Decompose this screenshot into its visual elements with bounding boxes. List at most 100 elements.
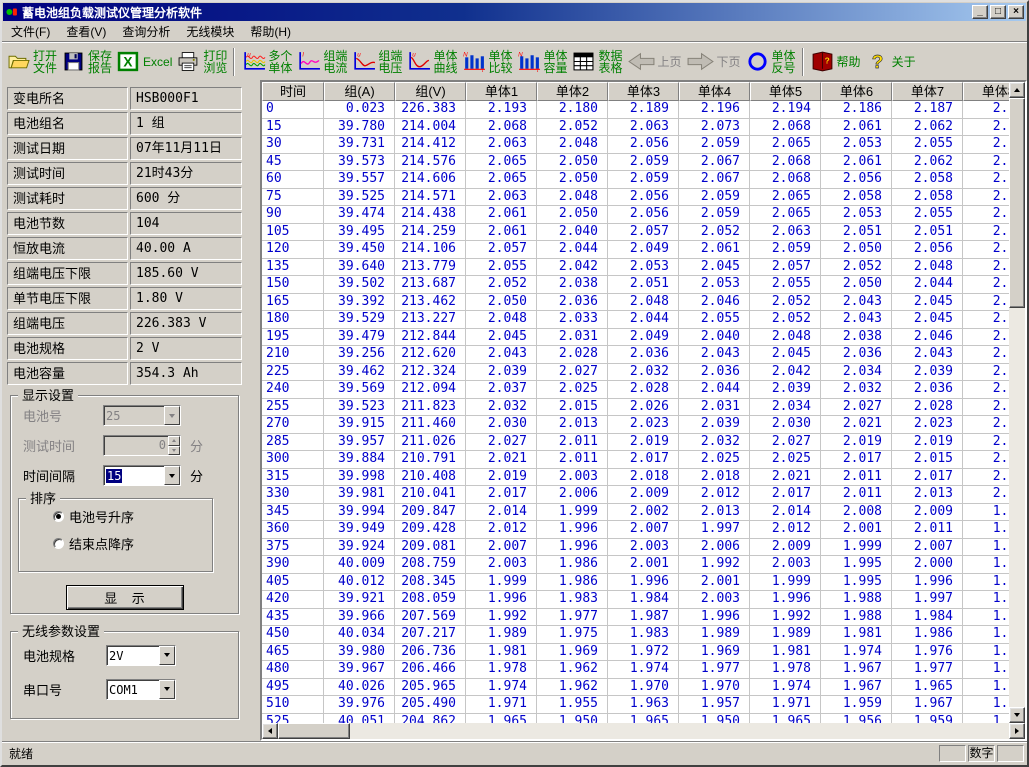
sort-ascending-radio[interactable]: 电池号升序 bbox=[53, 507, 212, 526]
scroll-right-icon[interactable] bbox=[1009, 723, 1025, 739]
print-preview-button[interactable]: 打印浏览 bbox=[174, 46, 229, 78]
minimize-button[interactable]: _ bbox=[972, 5, 988, 19]
spin-up-icon[interactable] bbox=[168, 436, 180, 446]
table-row[interactable]: 12039.450214.1062.0572.0442.0492.0612.05… bbox=[262, 241, 1009, 259]
scroll-up-icon[interactable] bbox=[1009, 82, 1025, 98]
table-row[interactable]: 51039.976205.4901.9711.9551.9631.9571.97… bbox=[262, 696, 1009, 714]
table-row[interactable]: 31539.998210.4082.0192.0032.0182.0182.02… bbox=[262, 469, 1009, 487]
menu-item-2[interactable]: 查看(V) bbox=[58, 20, 114, 43]
table-row[interactable]: 49540.026205.9651.9741.9621.9701.9701.97… bbox=[262, 679, 1009, 697]
table-row[interactable]: 28539.957211.0262.0272.0112.0192.0322.02… bbox=[262, 434, 1009, 452]
table-row[interactable]: 22539.462212.3242.0392.0272.0322.0362.04… bbox=[262, 364, 1009, 382]
table-row[interactable]: 16539.392213.4622.0502.0362.0482.0462.05… bbox=[262, 294, 1009, 312]
close-button[interactable]: × bbox=[1008, 5, 1024, 19]
next-page-button[interactable]: 下页 bbox=[684, 46, 743, 78]
table-cell: 1.995 bbox=[821, 556, 892, 574]
battery-spec-combobox[interactable]: 2V bbox=[106, 645, 176, 666]
table-row[interactable]: 10539.495214.2592.0612.0402.0572.0522.06… bbox=[262, 224, 1009, 242]
spin-down-icon[interactable] bbox=[168, 446, 180, 456]
table-row[interactable]: 18039.529213.2272.0482.0332.0442.0552.05… bbox=[262, 311, 1009, 329]
help-button[interactable]: ?帮助 bbox=[808, 46, 863, 78]
table-row[interactable]: 36039.949209.4282.0121.9962.0071.9972.01… bbox=[262, 521, 1009, 539]
table-header-cell[interactable]: 单体5 bbox=[750, 82, 821, 101]
save-report-button[interactable]: 保存报告 bbox=[59, 46, 114, 78]
about-button[interactable]: ?关于 bbox=[863, 46, 918, 78]
cell-curve-button[interactable]: u单体曲线 bbox=[404, 46, 459, 78]
battery-no-combobox[interactable]: 25 bbox=[103, 405, 181, 426]
table-header-cell[interactable]: 单体1 bbox=[466, 82, 537, 101]
menu-item-4[interactable]: 无线模块 bbox=[178, 20, 242, 43]
table-row[interactable]: 42039.921208.0591.9961.9831.9842.0031.99… bbox=[262, 591, 1009, 609]
table-row[interactable]: 9039.474214.4382.0612.0502.0562.0592.065… bbox=[262, 206, 1009, 224]
table-row[interactable]: 21039.256212.6202.0432.0282.0362.0432.04… bbox=[262, 346, 1009, 364]
horizontal-scrollbar-track[interactable] bbox=[350, 723, 1009, 739]
table-row[interactable]: 45040.034207.2171.9891.9751.9831.9891.98… bbox=[262, 626, 1009, 644]
table-row[interactable]: 34539.994209.8472.0141.9992.0022.0132.01… bbox=[262, 504, 1009, 522]
multi-cell-curves-button[interactable]: u多个单体 bbox=[239, 46, 294, 78]
excel-export-button[interactable]: XExcel bbox=[114, 46, 174, 78]
test-time-spinner[interactable]: 0 bbox=[103, 435, 181, 456]
table-header-cell[interactable]: 组(A) bbox=[324, 82, 395, 101]
cell-invert-button[interactable]: 单体反号 bbox=[743, 46, 798, 78]
table-header-cell[interactable]: 组(V) bbox=[395, 82, 466, 101]
table-row[interactable]: 19539.479212.8442.0452.0312.0492.0402.04… bbox=[262, 329, 1009, 347]
interval-combobox[interactable]: 15 bbox=[103, 465, 181, 486]
prev-page-button[interactable]: 上页 bbox=[625, 46, 684, 78]
menu-item-3[interactable]: 查询分析 bbox=[114, 20, 178, 43]
table-row[interactable]: 00.023226.3832.1932.1802.1892.1962.1942.… bbox=[262, 101, 1009, 119]
menu-item-1[interactable]: 文件(F) bbox=[3, 20, 58, 43]
cell-compare-button[interactable]: Nt单体比较 bbox=[459, 46, 514, 78]
table-header-cell[interactable]: 单体6 bbox=[821, 82, 892, 101]
horizontal-scrollbar[interactable] bbox=[262, 723, 1025, 739]
table-row[interactable]: 7539.525214.5712.0632.0482.0562.0592.065… bbox=[262, 189, 1009, 207]
table-cell: 435 bbox=[262, 609, 324, 627]
cell-capacity-button[interactable]: Nt单体容量 bbox=[514, 46, 569, 78]
table-row[interactable]: 13539.640213.7792.0552.0422.0532.0452.05… bbox=[262, 259, 1009, 277]
show-button[interactable]: 显 示 bbox=[66, 585, 184, 610]
table-row[interactable]: 46539.980206.7361.9811.9691.9721.9691.98… bbox=[262, 644, 1009, 662]
table-row[interactable]: 3039.731214.4122.0632.0482.0562.0592.065… bbox=[262, 136, 1009, 154]
horizontal-scrollbar-thumb[interactable] bbox=[278, 723, 350, 739]
table-row[interactable]: 27039.915211.4602.0302.0132.0232.0392.03… bbox=[262, 416, 1009, 434]
vertical-scrollbar-track[interactable] bbox=[1009, 308, 1025, 707]
chevron-down-icon[interactable] bbox=[164, 466, 180, 485]
table-row[interactable]: 6039.557214.6062.0652.0502.0592.0672.068… bbox=[262, 171, 1009, 189]
chevron-down-icon[interactable] bbox=[164, 406, 180, 425]
data-grid-button[interactable]: 数据表格 bbox=[569, 46, 624, 78]
vertical-scrollbar-thumb[interactable] bbox=[1009, 98, 1025, 308]
chevron-down-icon[interactable] bbox=[159, 680, 175, 699]
svg-text:I: I bbox=[303, 51, 305, 58]
table-row[interactable]: 52540.051204.8621.9651.9501.9651.9501.96… bbox=[262, 714, 1009, 724]
table-header-cell[interactable]: 单体7 bbox=[892, 82, 963, 101]
vertical-scrollbar[interactable] bbox=[1009, 82, 1025, 723]
com-port-combobox[interactable]: COM1 bbox=[106, 679, 176, 700]
sort-descending-radio[interactable]: 结束点降序 bbox=[53, 534, 212, 553]
table-row[interactable]: 39040.009208.7592.0031.9862.0011.9922.00… bbox=[262, 556, 1009, 574]
table-row[interactable]: 37539.924209.0812.0071.9962.0032.0062.00… bbox=[262, 539, 1009, 557]
table-row[interactable]: 33039.981210.0412.0172.0062.0092.0122.01… bbox=[262, 486, 1009, 504]
table-header-cell[interactable]: 单体8 bbox=[963, 82, 1009, 101]
scroll-left-icon[interactable] bbox=[262, 723, 278, 739]
table-row[interactable]: 25539.523211.8232.0322.0152.0262.0312.03… bbox=[262, 399, 1009, 417]
table-cell: 2.051 bbox=[608, 276, 679, 294]
table-header-cell[interactable]: 单体4 bbox=[679, 82, 750, 101]
table-row[interactable]: 40540.012208.3451.9991.9861.9962.0011.99… bbox=[262, 574, 1009, 592]
group-current-curve-button[interactable]: I组端电流 bbox=[294, 46, 349, 78]
table-row[interactable]: 48039.967206.4661.9781.9621.9741.9771.97… bbox=[262, 661, 1009, 679]
group-voltage-curve-button[interactable]: u组端电压 bbox=[349, 46, 404, 78]
table-header-cell[interactable]: 单体2 bbox=[537, 82, 608, 101]
table-row[interactable]: 15039.502213.6872.0522.0382.0512.0532.05… bbox=[262, 276, 1009, 294]
table-row[interactable]: 30039.884210.7912.0212.0112.0172.0252.02… bbox=[262, 451, 1009, 469]
open-file-button[interactable]: 打开文件 bbox=[4, 46, 59, 78]
maximize-button[interactable]: □ bbox=[990, 5, 1006, 19]
table-row[interactable]: 43539.966207.5691.9921.9771.9871.9961.99… bbox=[262, 609, 1009, 627]
table-row[interactable]: 4539.573214.5762.0652.0502.0592.0672.068… bbox=[262, 154, 1009, 172]
table-row[interactable]: 24039.569212.0942.0372.0252.0282.0442.03… bbox=[262, 381, 1009, 399]
chevron-down-icon[interactable] bbox=[159, 646, 175, 665]
menu-item-5[interactable]: 帮助(H) bbox=[242, 20, 299, 43]
scroll-down-icon[interactable] bbox=[1009, 707, 1025, 723]
table-cell: 2.03 bbox=[963, 294, 1009, 312]
table-row[interactable]: 1539.780214.0042.0682.0522.0632.0732.068… bbox=[262, 119, 1009, 137]
table-header-cell[interactable]: 时间 bbox=[262, 82, 324, 101]
table-header-cell[interactable]: 单体3 bbox=[608, 82, 679, 101]
